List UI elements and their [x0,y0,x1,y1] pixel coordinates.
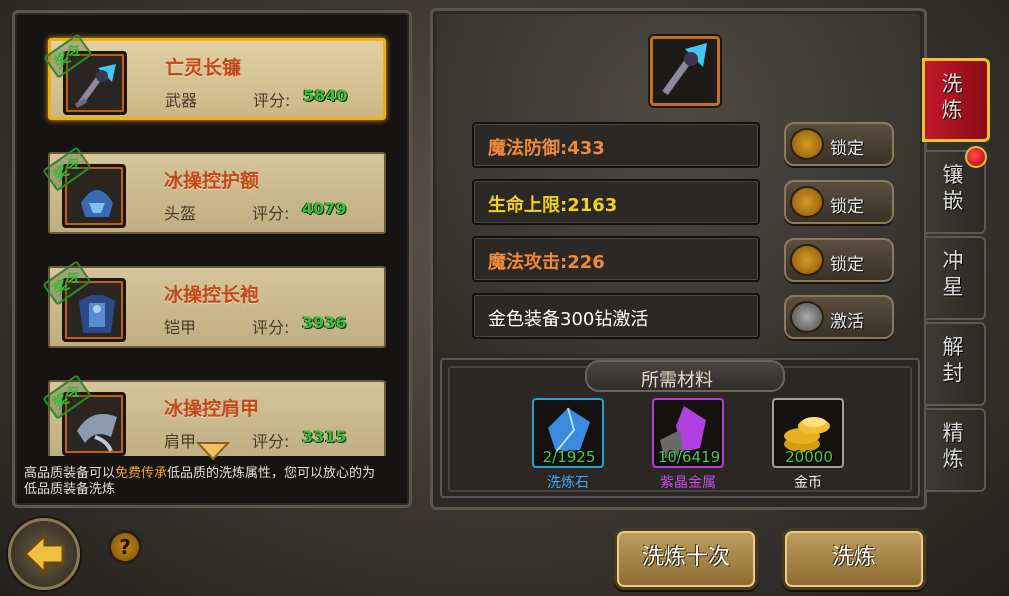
material-count: 2/1925 [542,448,596,466]
back-arrow-icon [22,531,65,577]
lock-button[interactable]: 锁定 [784,180,894,224]
unlock-icon [790,128,824,160]
item-type: 头盔 [164,204,197,223]
lock-icon [790,301,824,333]
scroll-down-arrow-icon[interactable] [196,441,230,461]
unlock-icon [790,186,824,218]
unlock-icon [790,244,824,276]
item-score: 3936 [302,313,347,332]
item-score: 4079 [302,199,347,218]
selected-equipment-scythe-icon [650,36,720,106]
item-score: 5840 [303,86,348,105]
material-slot[interactable]: 2/1925 [532,398,604,468]
hint-text: 高品质装备可以免费传承低品质的洗炼属性，您可以放心的为低品质装备洗炼 [24,466,376,497]
materials-title: 所需材料 [641,370,713,391]
attribute-text: 生命上限:2163 [488,195,618,216]
back-button[interactable] [8,518,80,590]
attribute-row: 生命上限:2163 [472,179,760,225]
attribute-text: 金色装备300钻激活 [488,309,649,330]
tab-unseal[interactable]: 解封 [924,322,986,406]
attribute-text: 魔法防御:433 [488,138,605,159]
material-count: 20000 [785,448,833,466]
equipment-list[interactable]: 奖令 亡灵长镰 武器 评分: 5840 奖令 冰操控护额 头盔 评分: 4079… [15,30,409,456]
score-label: 评分: [252,432,290,451]
material-count: 10/6419 [657,448,721,466]
hint-highlight: 免费传承 [115,466,168,481]
item-type: 肩甲 [164,432,197,451]
help-button[interactable]: ? [108,530,142,564]
score-label: 评分: [252,204,290,223]
refine-button[interactable]: 洗炼 [782,528,926,590]
lock-button[interactable]: 锁定 [784,122,894,166]
material-name: 紫晶金属 [660,475,716,491]
tab-refine[interactable]: 洗炼 [922,58,990,142]
attribute-row: 金色装备300钻激活 [472,293,760,339]
notification-dot-icon [965,146,987,168]
tab-star-up[interactable]: 冲星 [924,236,986,320]
material-slot[interactable]: 20000 [772,398,844,468]
item-type: 武器 [165,91,198,110]
tab-enhance[interactable]: 精炼 [924,408,986,492]
item-name: 冰操控长袍 [164,284,260,306]
equipment-item[interactable]: 奖令 冰操控长袍 铠甲 评分: 3936 [42,260,386,348]
score-label: 评分: [252,318,290,337]
attribute-row: 魔法防御:433 [472,122,760,168]
lock-button[interactable]: 锁定 [784,238,894,282]
item-score: 3315 [302,427,347,446]
attribute-text: 魔法攻击:226 [488,252,605,273]
score-label: 评分: [253,91,291,110]
attribute-row: 魔法攻击:226 [472,236,760,282]
material-name: 洗炼石 [547,475,589,491]
item-name: 亡灵长镰 [165,57,242,79]
refine-ten-button[interactable]: 洗炼十次 [614,528,758,590]
equipment-item[interactable]: 奖令 冰操控护额 头盔 评分: 4079 [42,146,386,234]
activate-button[interactable]: 激活 [784,295,894,339]
material-slot[interactable]: 10/6419 [652,398,724,468]
item-name: 冰操控护额 [164,170,260,192]
equipment-item[interactable]: 奖令 亡灵长镰 武器 评分: 5840 [43,33,386,120]
materials-title-plate: 所需材料 [585,360,785,392]
item-name: 冰操控肩甲 [164,398,260,420]
material-name: 金币 [794,475,822,491]
item-type: 铠甲 [164,318,197,337]
